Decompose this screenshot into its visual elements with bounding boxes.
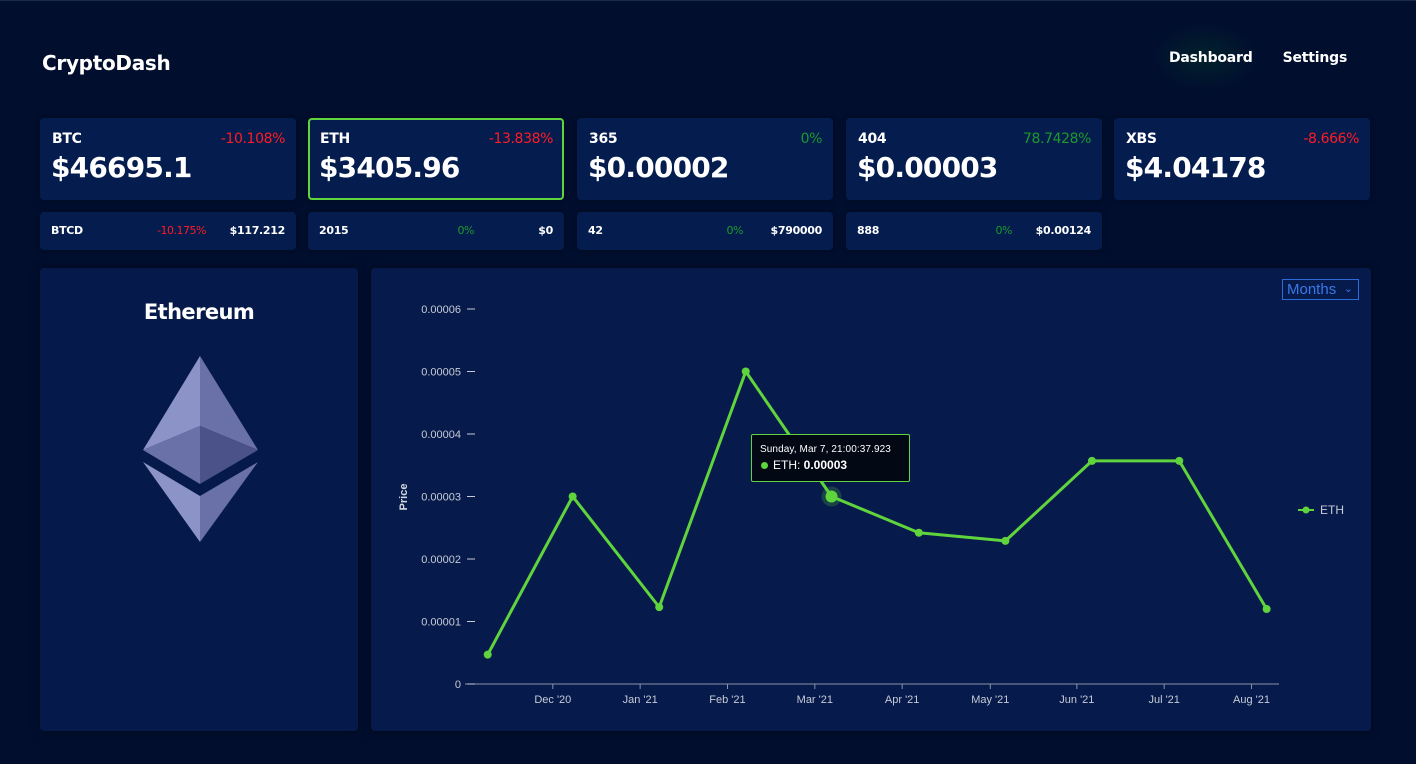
x-tick-label: Feb '21: [709, 694, 745, 706]
ticker-price: $3405.96: [319, 151, 460, 184]
y-tick-label: 0.00006: [421, 304, 461, 316]
x-tick-label: Jul '21: [1148, 694, 1179, 706]
ticker-symbol: 365: [589, 131, 618, 147]
nav-settings-link[interactable]: Settings: [1283, 50, 1348, 66]
x-tick-label: May '21: [971, 694, 1009, 706]
chart-tooltip: Sunday, Mar 7, 21:00:37.923 ETH: 0.00003: [751, 434, 910, 482]
legend-marker: [1302, 506, 1310, 514]
ticker-card-xbs[interactable]: XBS -8.666% $4.04178: [1114, 118, 1370, 200]
small-ticker-card-2015[interactable]: 2015 0% $0: [308, 212, 564, 250]
tooltip-series-dot: [761, 462, 768, 469]
ticker-price: $0.00003: [857, 151, 998, 184]
tooltip-date: Sunday, Mar 7, 21:00:37.923: [760, 444, 891, 455]
ethereum-logo-icon: [143, 356, 258, 542]
ticker-card-eth[interactable]: ETH -13.838% $3405.96: [308, 118, 564, 200]
ticker-symbol: BTC: [52, 131, 82, 147]
ticker-price: $0.00002: [588, 151, 729, 184]
tooltip-series-name: ETH: [773, 458, 797, 472]
legend-label: ETH: [1320, 503, 1344, 517]
series-line-eth: [486, 370, 1268, 656]
ticker-price: $4.04178: [1125, 151, 1266, 184]
ticker-symbol: 404: [858, 131, 887, 147]
nav-dashboard-link[interactable]: Dashboard: [1169, 50, 1253, 66]
x-tick-label: Aug '21: [1233, 694, 1270, 706]
ticker-symbol: 888: [857, 224, 880, 237]
ticker-symbol: BTCD: [51, 224, 83, 237]
coin-name: Ethereum: [143, 300, 255, 324]
ticker-symbol: 2015: [319, 224, 349, 237]
y-tick-label: 0.00002: [421, 554, 461, 566]
tooltip-series-row: ETH: 0.00003: [773, 458, 848, 472]
data-point: [655, 603, 664, 612]
price-chart-panel: Months ⌄ 0 0.00001 0.00002 0.00003 0.00004 0.…: [371, 268, 1371, 731]
ticker-price: $0: [538, 224, 553, 237]
y-tick-label: 0.00001: [421, 617, 461, 629]
ticker-card-404[interactable]: 404 78.7428% $0.00003: [846, 118, 1102, 200]
ticker-change: 0%: [457, 224, 475, 237]
data-point: [1001, 536, 1010, 545]
small-ticker-card-888[interactable]: 888 0% $0.00124: [846, 212, 1102, 250]
small-ticker-card-42[interactable]: 42 0% $790000: [577, 212, 833, 250]
ticker-change: -8.666%: [1303, 131, 1359, 147]
x-tick-label: Dec '20: [534, 694, 571, 706]
price-line-chart: 0 0.00001 0.00002 0.00003 0.00004 0.00005 0.00…: [398, 304, 1344, 706]
data-point: [741, 367, 750, 376]
y-tick-label: 0: [455, 679, 461, 691]
ticker-symbol: 42: [588, 224, 603, 237]
ticker-change: -13.838%: [488, 131, 554, 147]
ticker-price: $0.00124: [1035, 224, 1092, 237]
data-point-hovered: [825, 490, 838, 503]
ticker-change: 0%: [995, 224, 1013, 237]
ticker-change: 78.7428%: [1023, 131, 1091, 147]
ticker-price: $117.212: [229, 224, 286, 237]
data-point: [483, 650, 492, 659]
y-axis-title: Price: [398, 484, 410, 511]
data-point: [914, 528, 923, 537]
y-tick-label: 0.00003: [421, 492, 461, 504]
x-tick-label: Jan '21: [623, 694, 658, 706]
data-point: [1087, 456, 1096, 465]
ticker-card-btc[interactable]: BTC -10.108% $46695.1: [40, 118, 296, 200]
ticker-price: $790000: [770, 224, 823, 237]
x-tick-label: Mar '21: [797, 694, 833, 706]
ticker-change: 0%: [800, 131, 823, 147]
data-point: [1175, 456, 1184, 465]
coin-panel: Ethereum: [40, 268, 358, 731]
data-point: [1262, 605, 1271, 613]
ticker-change: 0%: [726, 224, 744, 237]
top-divider: [0, 0, 1416, 1]
ticker-change: -10.175%: [157, 224, 206, 237]
top-nav: Dashboard Settings: [1169, 50, 1347, 66]
x-tick-label: Jun '21: [1059, 694, 1094, 706]
small-ticker-card-btcd[interactable]: BTCD -10.175% $117.212: [40, 212, 296, 250]
x-tick-label: Apr '21: [885, 694, 920, 706]
tooltip-value: 0.00003: [803, 458, 848, 472]
app-title: CryptoDash: [42, 51, 171, 75]
y-tick-label: 0.00004: [421, 429, 461, 441]
y-tick-label: 0.00005: [421, 367, 461, 379]
ticker-symbol: XBS: [1126, 131, 1157, 147]
ticker-change: -10.108%: [220, 131, 286, 147]
data-point: [568, 492, 577, 501]
ticker-card-365[interactable]: 365 0% $0.00002: [577, 118, 833, 200]
ticker-symbol: ETH: [320, 131, 350, 147]
ticker-price: $46695.1: [51, 151, 192, 184]
